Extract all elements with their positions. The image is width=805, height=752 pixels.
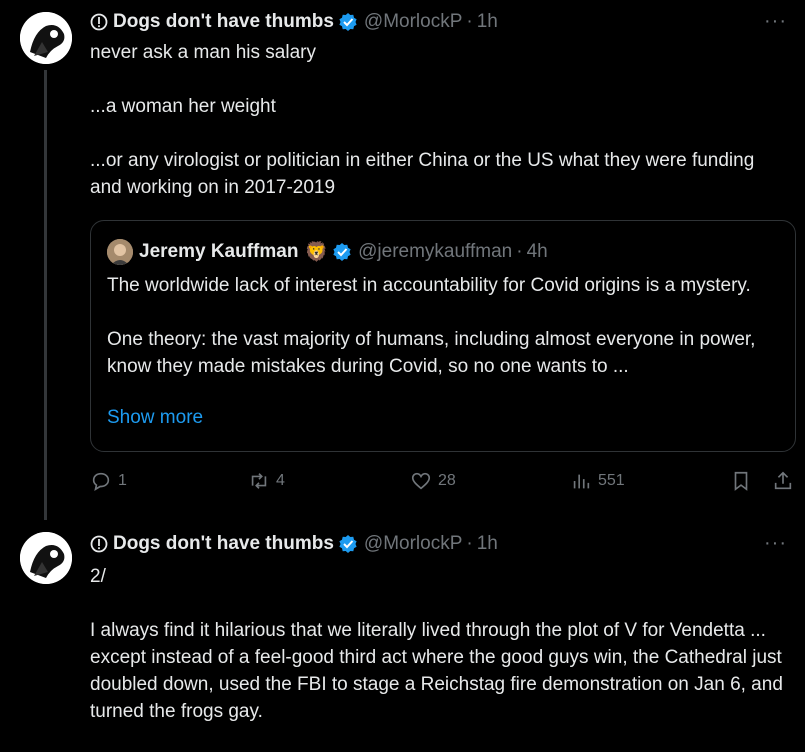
thread-connector	[44, 70, 47, 520]
verified-badge-icon	[332, 242, 352, 262]
tweet-1[interactable]: Dogs don't have thumbs @MorlockP · 1h ··…	[0, 0, 805, 520]
verified-badge-icon	[338, 534, 358, 554]
tweet-text: 2/ I always find it hilarious that we li…	[90, 563, 790, 752]
tweet-paragraph: ...or any virologist or politician in ei…	[90, 150, 755, 198]
timestamp[interactable]: 1h	[477, 533, 498, 555]
share-icon	[774, 471, 792, 490]
author-avatar[interactable]	[20, 12, 72, 64]
info-icon	[90, 13, 108, 31]
author-handle[interactable]: @MorlockP	[364, 533, 462, 555]
quoted-paragraph: One theory: the vast majority of humans,…	[107, 329, 756, 377]
separator-dot: ·	[466, 533, 473, 554]
quoted-author-avatar[interactable]	[107, 239, 133, 265]
quoted-tweet-text: The worldwide lack of interest in accoun…	[107, 272, 767, 380]
tweet-paragraph: I always find it hilarious that we liter…	[90, 620, 783, 722]
like-button[interactable]: 28	[410, 470, 456, 492]
quoted-tweet[interactable]: Jeremy Kauffman 🦁 @jeremykauffman · 4h T…	[90, 220, 796, 452]
reply-button[interactable]: 1	[90, 470, 127, 492]
repost-button[interactable]: 4	[248, 470, 285, 492]
reply-icon	[92, 472, 110, 491]
quoted-paragraph: The worldwide lack of interest in accoun…	[107, 275, 751, 296]
more-options-icon[interactable]: ···	[764, 10, 787, 33]
author-name[interactable]: Dogs don't have thumbs	[113, 11, 334, 33]
quoted-tweet-header: Jeremy Kauffman 🦁 @jeremykauffman · 4h	[107, 239, 548, 265]
tweet-header: Dogs don't have thumbs @MorlockP · 1h	[90, 532, 498, 556]
more-options-icon[interactable]: ···	[764, 532, 787, 555]
quoted-timestamp[interactable]: 4h	[527, 241, 548, 263]
tweet-actions: 1 4 28 551	[90, 470, 800, 500]
quoted-author-name[interactable]: Jeremy Kauffman	[139, 241, 298, 263]
repost-icon	[251, 473, 267, 489]
info-icon	[90, 535, 108, 553]
views-button[interactable]: 551	[570, 470, 625, 492]
verified-badge-icon	[338, 12, 358, 32]
heart-icon	[411, 472, 431, 490]
author-name[interactable]: Dogs don't have thumbs	[113, 533, 334, 555]
separator-dot: ·	[466, 11, 473, 32]
tweet-paragraph: ...a woman her weight	[90, 96, 276, 117]
bookmark-button[interactable]	[730, 470, 758, 492]
show-more-link[interactable]: Show more	[107, 407, 203, 429]
author-handle[interactable]: @MorlockP	[364, 11, 462, 33]
tweet-text: never ask a man his salary ...a woman he…	[90, 39, 780, 228]
like-count: 28	[438, 472, 456, 489]
views-count: 551	[598, 472, 625, 489]
tweet-2[interactable]: Dogs don't have thumbs @MorlockP · 1h ··…	[0, 520, 805, 743]
reply-count: 1	[118, 472, 127, 489]
views-icon	[573, 474, 590, 489]
repost-count: 4	[276, 472, 285, 489]
quoted-author-handle[interactable]: @jeremykauffman	[358, 241, 512, 263]
separator-dot: ·	[516, 241, 523, 262]
share-button[interactable]	[772, 470, 800, 492]
lion-emoji: 🦁	[304, 242, 329, 263]
tweet-header: Dogs don't have thumbs @MorlockP · 1h	[90, 10, 498, 34]
bookmark-icon	[734, 471, 748, 491]
tweet-paragraph: 2/	[90, 566, 106, 587]
author-avatar[interactable]	[20, 532, 72, 584]
timestamp[interactable]: 1h	[477, 11, 498, 33]
tweet-paragraph: never ask a man his salary	[90, 42, 316, 63]
